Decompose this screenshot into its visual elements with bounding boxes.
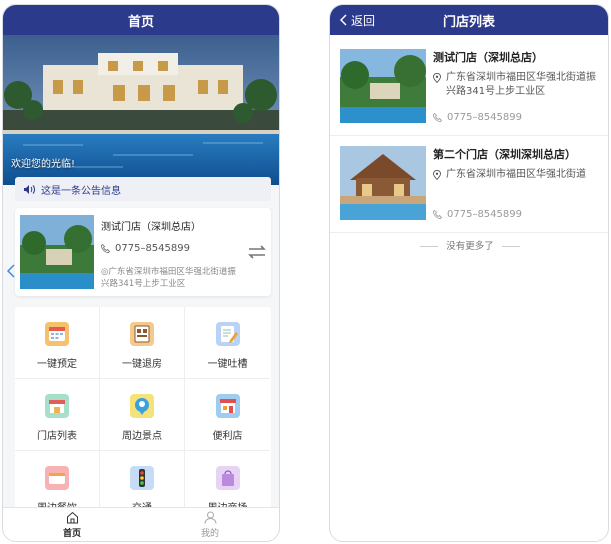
phone-icon (101, 244, 110, 253)
store-list-screen: 返回 门店列表 测试门店（深圳总店） 广东省深圳市福田区华强北街道振兴路341号… (329, 4, 609, 542)
grid-item-label: 一键退房 (122, 359, 162, 370)
store-address-text: 广东省深圳市福田区华强北街道 (446, 169, 586, 180)
store-phone-text: 0775–8545899 (447, 112, 522, 123)
tab-profile[interactable]: 我的 (141, 508, 279, 541)
home-icon (66, 511, 78, 523)
chevron-left-icon[interactable] (6, 263, 15, 282)
phone-icon (433, 210, 442, 219)
switch-store-icon[interactable] (247, 244, 267, 263)
store-phone[interactable]: 0775–8545899 (433, 209, 522, 220)
feedback-icon (215, 322, 240, 346)
store-list-navbar: 返回 门店列表 (330, 5, 608, 35)
store-phone-text: 0775–8545899 (115, 243, 190, 254)
store-address: ◎广东省深圳市福田区华强北街道振兴路341号上步工业区 (101, 266, 241, 290)
store-address-text: 广东省深圳市福田区华强北街道振兴路341号上步工业区 (101, 267, 236, 289)
grid-item-nearby-malls[interactable]: 周边商场 (185, 451, 270, 513)
announcement-bar[interactable]: 这是一条公告信息 (15, 177, 271, 201)
current-store-card[interactable]: 测试门店（深圳总店） 0775–8545899 ◎广东省深圳市福田区华强北街道振… (15, 208, 271, 296)
store-thumbnail (20, 215, 94, 289)
bottom-tab-bar: 首页 我的 (3, 507, 279, 541)
tab-profile-label: 我的 (200, 528, 219, 539)
home-navbar: 首页 (3, 5, 279, 35)
back-button[interactable]: 返回 (340, 5, 375, 35)
calendar-icon (45, 322, 69, 346)
grid-item-checkout[interactable]: 一键退房 (100, 307, 185, 379)
list-item[interactable]: 第二个门店（深圳深圳总店） 广东省深圳市福田区华强北街道 0775–854589… (330, 136, 608, 233)
divider (420, 246, 439, 247)
grid-item-feedback[interactable]: 一键吐槽 (185, 307, 270, 379)
store-phone[interactable]: 0775–8545899 (101, 243, 190, 254)
shop-icon (215, 394, 240, 418)
store-icon (45, 394, 69, 418)
location-pin-icon (433, 170, 441, 180)
back-label: 返回 (351, 13, 376, 28)
store-address: 广东省深圳市福田区华强北街道 (433, 168, 603, 182)
store-address-text: 广东省深圳市福田区华强北街道振兴路341号上步工业区 (446, 72, 596, 97)
page-title: 门店列表 (442, 14, 495, 30)
grid-item-traffic[interactable]: 交通 (100, 451, 185, 513)
store-name: 第二个门店（深圳深圳总店） (433, 148, 576, 161)
grid-item-nearby-dining[interactable]: 周边餐饮 (15, 451, 100, 513)
list-item[interactable]: 测试门店（深圳总店） 广东省深圳市福田区华强北街道振兴路341号上步工业区 07… (330, 39, 608, 136)
page-title: 首页 (127, 14, 154, 30)
grid-item-store-list[interactable]: 门店列表 (15, 379, 100, 451)
grid-item-booking[interactable]: 一键预定 (15, 307, 100, 379)
phone-icon (433, 113, 442, 122)
grid-item-label: 一键预定 (37, 359, 77, 370)
store-name: 测试门店（深圳总店） (433, 51, 543, 64)
store-thumbnail (340, 146, 426, 220)
grid-item-label: 一键吐槽 (207, 359, 248, 370)
store-address: 广东省深圳市福田区华强北街道振兴路341号上步工业区 (433, 71, 603, 99)
grid-item-label: 门店列表 (37, 431, 77, 442)
home-screen: 首页 欢迎您的光临! 这是一条公告信息 测试门店（深圳总店） 0775–8545… (2, 4, 280, 542)
chevron-left-icon (340, 14, 347, 26)
welcome-text: 欢迎您的光临! (11, 159, 76, 170)
location-pin-icon (433, 73, 441, 83)
divider (501, 246, 520, 247)
grid-item-convenience-store[interactable]: 便利店 (185, 379, 270, 451)
user-icon (204, 511, 216, 524)
location-pin-icon (130, 394, 154, 418)
checkout-icon (130, 322, 154, 346)
store-thumbnail (340, 49, 426, 123)
speaker-icon (24, 184, 35, 194)
store-phone-text: 0775–8545899 (447, 209, 522, 220)
shopping-bag-icon (215, 466, 240, 490)
announcement-text: 这是一条公告信息 (41, 185, 121, 197)
store-phone[interactable]: 0775–8545899 (433, 112, 522, 123)
food-icon (45, 466, 69, 490)
traffic-icon (130, 466, 154, 490)
no-more-indicator: 没有更多了 (330, 238, 608, 252)
grid-item-label: 便利店 (212, 431, 243, 442)
no-more-text: 没有更多了 (446, 241, 494, 252)
tab-home-label: 首页 (62, 528, 81, 539)
grid-item-nearby-attractions[interactable]: 周边景点 (100, 379, 185, 451)
feature-grid: 一键预定 一键退房 一键吐槽 门店列表 周边景点 便利店 周边餐饮 交通 (15, 307, 271, 513)
grid-item-label: 周边景点 (122, 431, 162, 442)
tab-home[interactable]: 首页 (3, 508, 141, 541)
store-name: 测试门店（深圳总店） (101, 222, 201, 233)
